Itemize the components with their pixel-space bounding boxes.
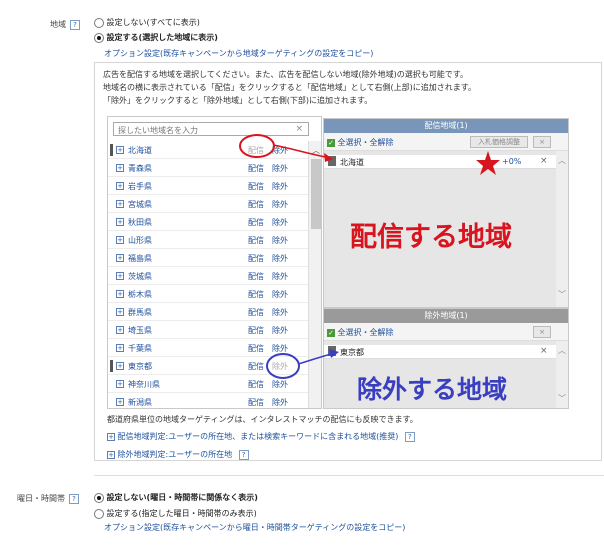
plus-icon[interactable]: + [107, 450, 115, 459]
red-arrow [272, 144, 331, 159]
daytime-label-text: 曜日・時間帯 [17, 494, 65, 503]
red-circle-highlight [239, 134, 275, 158]
delivery-judgment-label[interactable]: 配信地域判定:ユーザーの所在地、または検索キーワードに含まれる地域(推奨) [118, 432, 399, 441]
radio-daytime-none[interactable] [94, 492, 104, 503]
daytime-copy-link[interactable]: オプション設定(既存キャンペーンから曜日・時間帯ターゲティングの設定をコピー) [104, 522, 405, 533]
daytime-option-none[interactable]: 設定しない(曜日・時間帯に関係なく表示) [94, 492, 258, 503]
interest-match-note: 都道府県単位の地域ターゲティングは、インタレストマッチの配信にも反映できます。 [107, 415, 418, 424]
daytime-option-none-label: 設定しない(曜日・時間帯に関係なく表示) [106, 493, 258, 502]
help-icon[interactable]: ? [238, 449, 249, 460]
daytime-label: 曜日・時間帯? [17, 493, 79, 504]
daytime-option-set-label: 設定する(指定した曜日・時間帯のみ表示) [106, 509, 257, 518]
plus-icon[interactable]: + [107, 432, 115, 441]
exclusion-judgment-toggle[interactable]: + 除外地域判定:ユーザーの所在地 ? [107, 449, 249, 460]
radio-daytime-set[interactable] [94, 508, 104, 519]
blue-arrow-head [329, 349, 339, 358]
delivery-judgment-toggle[interactable]: + 配信地域判定:ユーザーの所在地、または検索キーワードに含まれる地域(推奨) … [107, 431, 415, 442]
daytime-option-set[interactable]: 設定する(指定した曜日・時間帯のみ表示) [94, 508, 257, 519]
help-icon[interactable]: ? [69, 493, 79, 504]
blue-circle-highlight [266, 353, 300, 379]
red-arrow-head [324, 153, 333, 162]
help-icon[interactable]: ? [404, 431, 415, 442]
star-icon [476, 151, 500, 175]
annotation-overlay [239, 134, 500, 379]
section-divider [94, 475, 604, 476]
exclusion-judgment-label[interactable]: 除外地域判定:ユーザーの所在地 [118, 450, 233, 459]
